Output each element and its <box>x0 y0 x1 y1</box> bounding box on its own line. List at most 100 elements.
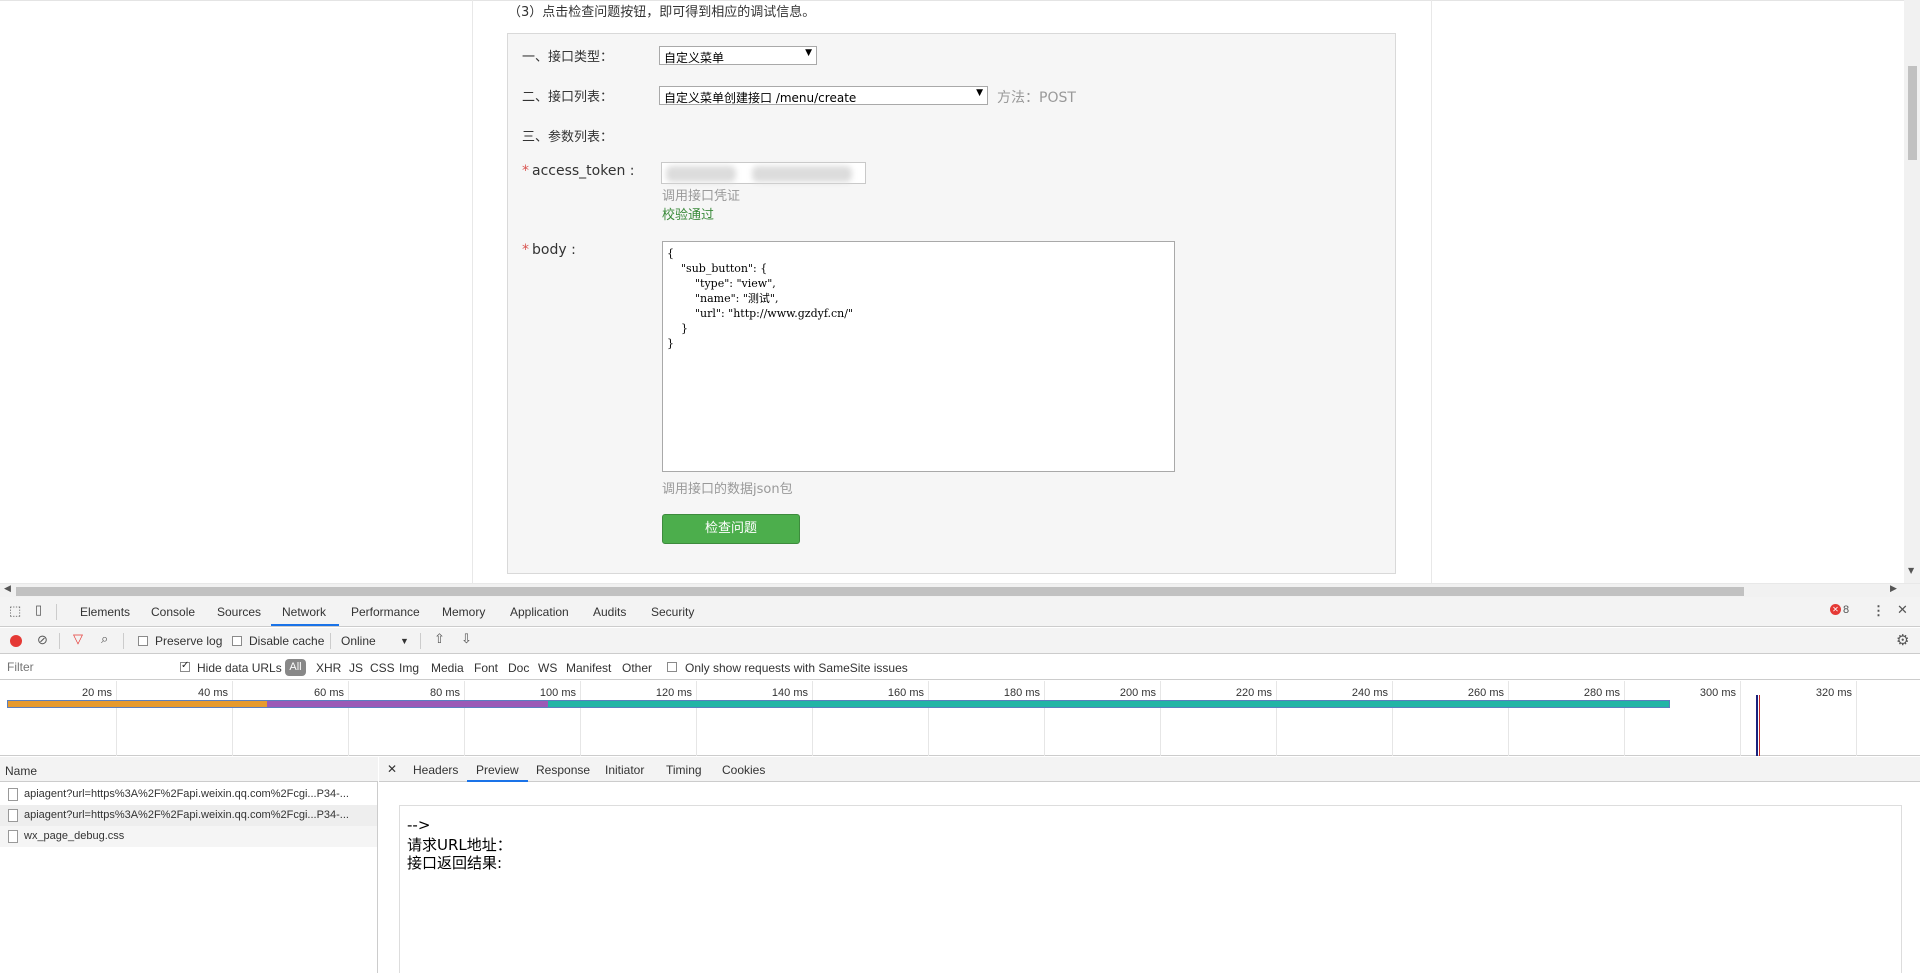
devtools-tabbar: ⬚ ▯ Elements Console Sources Network Per… <box>0 597 1920 627</box>
samesite-checkbox[interactable] <box>667 662 677 672</box>
interface-list-select[interactable]: 自定义菜单创建接口 /menu/create ▼ <box>659 86 988 105</box>
timeline-gridline <box>464 681 465 756</box>
tab-headers[interactable]: Headers <box>413 763 458 777</box>
timeline-tick-label: 120 ms <box>655 687 692 699</box>
tab-preview[interactable]: Preview <box>476 763 519 777</box>
preserve-log-label: Preserve log <box>155 634 223 648</box>
timeline-tick-label: 140 ms <box>771 687 808 699</box>
filter-doc[interactable]: Doc <box>508 661 529 675</box>
timeline-gridline <box>1276 681 1277 756</box>
filter-ws[interactable]: WS <box>538 661 557 675</box>
request-waterfall-bar <box>7 700 1670 708</box>
throttle-select[interactable]: Online <box>341 634 376 648</box>
request-row[interactable]: apiagent?url=https%3A%2F%2Fapi.weixin.qq… <box>0 784 377 805</box>
timeline-tick-label: 220 ms <box>1235 687 1272 699</box>
filter-img[interactable]: Img <box>399 661 419 675</box>
vertical-scroll-thumb[interactable] <box>1908 66 1917 160</box>
timeline-gridline <box>1392 681 1393 756</box>
request-row[interactable]: apiagent?url=https%3A%2F%2Fapi.weixin.qq… <box>0 805 377 826</box>
close-detail-icon[interactable]: ✕ <box>387 762 397 776</box>
interface-list-label: 二、接口列表： <box>522 90 614 105</box>
interface-type-select[interactable]: 自定义菜单 ▼ <box>659 46 817 65</box>
filter-manifest[interactable]: Manifest <box>566 661 611 675</box>
load-event-marker <box>1756 695 1758 756</box>
tab-performance[interactable]: Performance <box>351 605 420 619</box>
inspect-element-icon[interactable]: ⬚ <box>9 603 21 619</box>
samesite-label: Only show requests with SameSite issues <box>685 661 908 675</box>
method-text: 方法：POST <box>997 90 1076 106</box>
file-icon <box>8 788 18 801</box>
filter-font[interactable]: Font <box>474 661 498 675</box>
tab-initiator[interactable]: Initiator <box>605 763 644 777</box>
preserve-log-checkbox[interactable] <box>138 636 148 646</box>
body-textarea[interactable]: { "sub_button": { "type": "view", "name"… <box>662 241 1175 472</box>
scroll-down-arrow-icon[interactable]: ▼ <box>1908 566 1914 575</box>
filter-media[interactable]: Media <box>431 661 464 675</box>
timeline-gridline <box>812 681 813 756</box>
interface-type-label: 一、接口类型： <box>522 50 614 65</box>
timeline-gridline <box>1508 681 1509 756</box>
record-icon[interactable] <box>10 635 22 647</box>
interface-list-value: 自定义菜单创建接口 /menu/create <box>664 91 857 105</box>
tab-response[interactable]: Response <box>536 763 590 777</box>
tab-console[interactable]: Console <box>151 605 195 619</box>
error-badge[interactable]: ✕ 8 <box>1830 604 1849 616</box>
separator <box>330 633 331 649</box>
import-har-icon[interactable]: ⇧ <box>434 631 445 647</box>
access-token-hint: 调用接口凭证 <box>662 189 741 204</box>
timeline-tick-label: 40 ms <box>198 687 228 699</box>
hide-data-urls-checkbox[interactable] <box>180 660 190 672</box>
filter-all-chip[interactable]: All <box>285 659 306 676</box>
tab-timing[interactable]: Timing <box>666 763 702 777</box>
check-problem-button[interactable]: 检查问题 <box>662 514 800 544</box>
timeline-gridline <box>1160 681 1161 756</box>
name-column-header[interactable]: Name <box>5 764 37 778</box>
tab-application[interactable]: Application <box>510 605 569 619</box>
tab-sources[interactable]: Sources <box>217 605 261 619</box>
more-options-icon[interactable]: ⋮ <box>1872 603 1885 619</box>
step-instruction: （3）点击检查问题按钮，即可得到相应的调试信息。 <box>508 5 816 20</box>
export-har-icon[interactable]: ⇩ <box>461 631 472 647</box>
network-timeline-overview[interactable]: 20 ms 40 ms 60 ms 80 ms 100 ms 120 ms 140 ms 16… <box>0 681 1920 756</box>
clear-icon[interactable]: ⊘ <box>37 632 48 648</box>
timeline-gridline <box>928 681 929 756</box>
tab-network[interactable]: Network <box>282 605 326 619</box>
search-icon[interactable]: ⌕ <box>101 631 108 647</box>
tab-memory[interactable]: Memory <box>442 605 485 619</box>
separator <box>123 633 124 649</box>
filter-xhr[interactable]: XHR <box>316 661 341 675</box>
separator <box>59 633 60 649</box>
timeline-tick-label: 100 ms <box>539 687 576 699</box>
waterfall-segment-ssl <box>267 701 548 707</box>
filter-other[interactable]: Other <box>622 661 652 675</box>
horizontal-scrollbar[interactable]: ◀ ▶ <box>0 583 1920 597</box>
filter-icon[interactable]: ▽ <box>73 631 83 647</box>
timeline-tick-label: 60 ms <box>314 687 344 699</box>
settings-gear-icon[interactable]: ⚙ <box>1896 631 1909 649</box>
filter-css[interactable]: CSS <box>370 661 395 675</box>
device-toolbar-icon[interactable]: ▯ <box>35 602 42 618</box>
tab-elements[interactable]: Elements <box>80 605 130 619</box>
file-icon <box>8 830 18 843</box>
scroll-right-arrow-icon[interactable]: ▶ <box>1890 584 1897 594</box>
access-token-input[interactable] <box>661 162 866 184</box>
disable-cache-checkbox[interactable] <box>232 636 242 646</box>
active-detail-tab-indicator <box>467 780 528 782</box>
timeline-tick-label: 20 ms <box>82 687 112 699</box>
scroll-left-arrow-icon[interactable]: ◀ <box>4 584 11 594</box>
request-list: Name apiagent?url=https%3A%2F%2Fapi.weix… <box>0 757 378 973</box>
preview-line: --> <box>407 816 431 834</box>
filter-js[interactable]: JS <box>349 661 363 675</box>
tab-audits[interactable]: Audits <box>593 605 626 619</box>
horizontal-scroll-thumb[interactable] <box>16 587 1744 596</box>
vertical-scrollbar[interactable]: ▼ <box>1904 0 1920 583</box>
request-row[interactable]: wx_page_debug.css <box>0 826 377 847</box>
throttle-dropdown-icon[interactable]: ▼ <box>400 636 409 646</box>
tab-cookies[interactable]: Cookies <box>722 763 765 777</box>
timeline-tick-label: 240 ms <box>1351 687 1388 699</box>
timeline-gridline <box>1044 681 1045 756</box>
close-devtools-icon[interactable]: ✕ <box>1897 602 1908 618</box>
filter-input[interactable] <box>2 658 166 676</box>
required-mark: * <box>522 163 529 179</box>
tab-security[interactable]: Security <box>651 605 694 619</box>
